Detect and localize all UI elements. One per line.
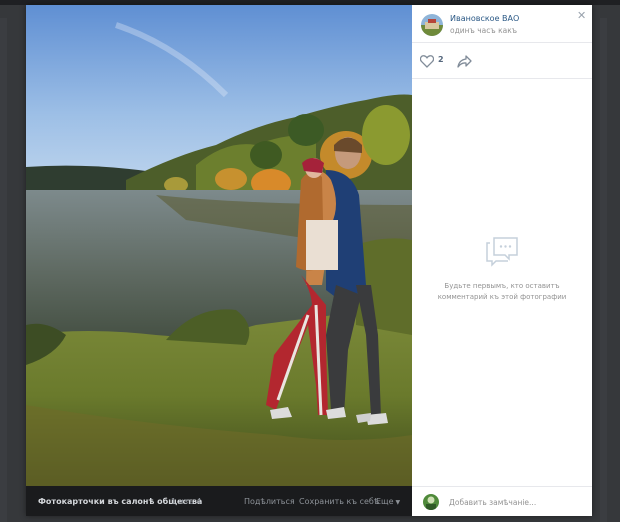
comment-input[interactable]: Добавить замѣчанiе...	[449, 498, 536, 507]
like-count: 2	[438, 55, 444, 64]
empty-message-line1: Будьте первымъ, кто оставитъ	[444, 282, 560, 290]
empty-message-line2: комментарий къ этой фотографии	[437, 293, 567, 301]
photo-image	[26, 5, 412, 486]
info-panel: Ивановское ВАО одинъ часъ какъ ✕ 2 Будьт…	[412, 5, 592, 516]
author-name[interactable]: Ивановское ВАО	[450, 14, 519, 23]
post-time[interactable]: одинъ часъ какъ	[450, 26, 517, 35]
background-column	[600, 18, 607, 522]
comment-bubble-icon	[412, 235, 592, 271]
photo-counter: 1 изъ 4	[171, 497, 202, 506]
background-column	[0, 18, 7, 522]
chevron-down-icon: ▼	[395, 499, 401, 506]
photo[interactable]	[26, 5, 412, 486]
heart-icon[interactable]	[419, 53, 435, 72]
author-avatar[interactable]	[421, 14, 443, 36]
add-comment-bar: Добавить замѣчанiе...	[412, 486, 592, 516]
empty-comments: Будьте первымъ, кто оставитъ комментарий…	[412, 235, 592, 303]
share-link[interactable]: Подѣлиться	[244, 497, 295, 506]
save-link[interactable]: Сохранить къ себѣ	[299, 497, 379, 506]
post-header: Ивановское ВАО одинъ часъ какъ ✕	[412, 5, 592, 43]
photo-viewer: Фотокарточки въ салонѣ общества 1 изъ 4 …	[26, 5, 592, 516]
avatar-image	[421, 14, 443, 36]
more-button[interactable]: Еще ▼	[376, 497, 400, 506]
post-actions: 2	[412, 43, 592, 79]
close-icon[interactable]: ✕	[577, 10, 586, 21]
photo-bottom-bar: Фотокарточки въ салонѣ общества 1 изъ 4 …	[26, 486, 412, 516]
more-label: Еще	[376, 497, 394, 506]
user-avatar	[423, 494, 439, 510]
share-arrow-icon[interactable]	[457, 53, 472, 72]
